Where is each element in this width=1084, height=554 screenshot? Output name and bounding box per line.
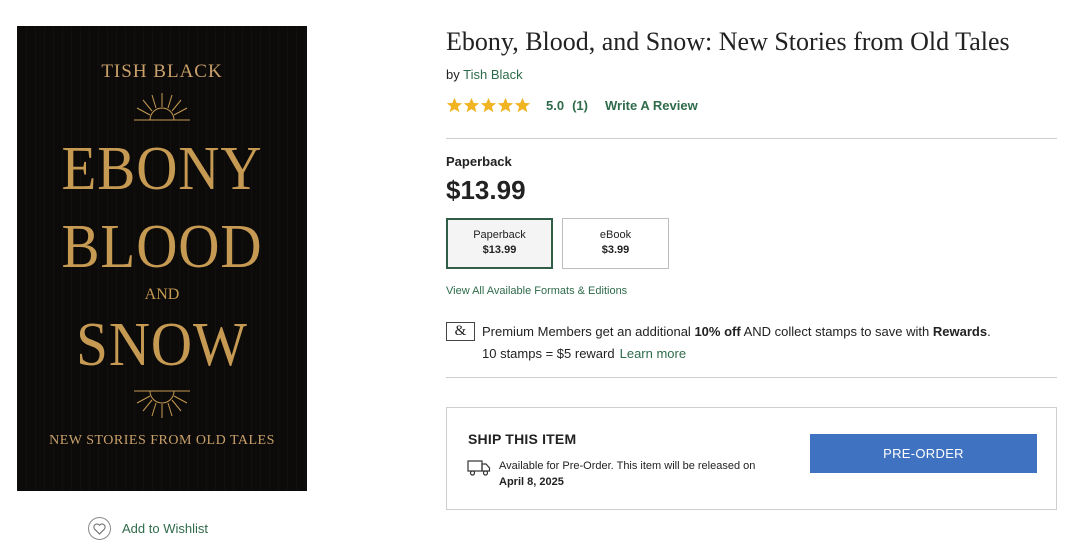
sunburst-icon [134,93,190,121]
cover-title-word: SNOW [76,311,248,379]
price: $13.99 [446,175,526,205]
star-rating[interactable] [446,97,531,114]
promo-text: Premium Members get an additional [482,324,695,339]
divider [446,377,1057,378]
product-title: Ebony, Blood, and Snow: New Stories from… [446,27,1010,56]
ship-title: SHIP THIS ITEM [468,431,577,447]
byline-prefix: by [446,67,460,82]
wishlist-label: Add to Wishlist [122,521,208,536]
ship-this-item-panel: SHIP THIS ITEM Available for Pre-Order. … [446,407,1057,510]
truck-icon [467,460,491,476]
heart-icon [88,517,111,540]
availability-message: Available for Pre-Order. This item will … [499,460,756,472]
ampersand-icon: & [446,322,475,341]
stamps-text: 10 stamps = $5 reward [482,346,615,361]
author-link[interactable]: Tish Black [463,67,522,82]
star-icon [446,97,463,113]
format-price: $3.99 [601,244,630,256]
book-cover[interactable]: TISH BLACK EBONY BLOOD AND SNOW NEW STOR… [17,26,307,491]
sunburst-icon [134,390,190,418]
star-icon [463,97,480,113]
cover-title-word: EBONY [61,135,263,203]
star-icon [497,97,514,113]
membership-promo: Premium Members get an additional 10% of… [482,324,991,339]
selected-format-label: Paperback [446,154,512,169]
star-icon [514,97,531,113]
promo-discount: 10% off [694,324,741,339]
byline: by Tish Black [446,67,523,82]
format-name: eBook [599,229,632,241]
cover-title-word: BLOOD [61,213,263,281]
cover-title-word: AND [144,286,180,303]
availability-text: Available for Pre-Order. This item will … [499,458,755,490]
rating-score[interactable]: 5.0 [546,98,564,113]
add-to-wishlist-button[interactable]: Add to Wishlist [88,517,208,540]
view-all-formats-link[interactable]: View All Available Formats & Editions [446,285,627,297]
cover-subtitle: NEW STORIES FROM OLD TALES [49,433,275,448]
stamps-info: 10 stamps = $5 reward Learn more [482,346,686,361]
rating-row: 5.0 (1) Write A Review [446,97,698,114]
promo-rewards: Rewards [932,324,988,339]
star-icon [480,97,497,113]
cover-author: TISH BLACK [101,61,223,82]
pre-order-button[interactable]: PRE-ORDER [810,434,1037,473]
format-name: Paperback [473,229,526,241]
format-price: $13.99 [482,244,517,256]
format-option-paperback[interactable]: Paperback $13.99 [446,218,553,269]
rating-count[interactable]: (1) [572,98,588,113]
promo-text: AND collect stamps to save with [740,324,933,339]
release-date: April 8, 2025 [499,476,564,488]
divider [446,138,1057,139]
format-option-ebook[interactable]: eBook $3.99 [562,218,669,269]
write-review-link[interactable]: Write A Review [605,98,698,113]
learn-more-link[interactable]: Learn more [620,346,686,361]
promo-text: . [987,324,991,339]
